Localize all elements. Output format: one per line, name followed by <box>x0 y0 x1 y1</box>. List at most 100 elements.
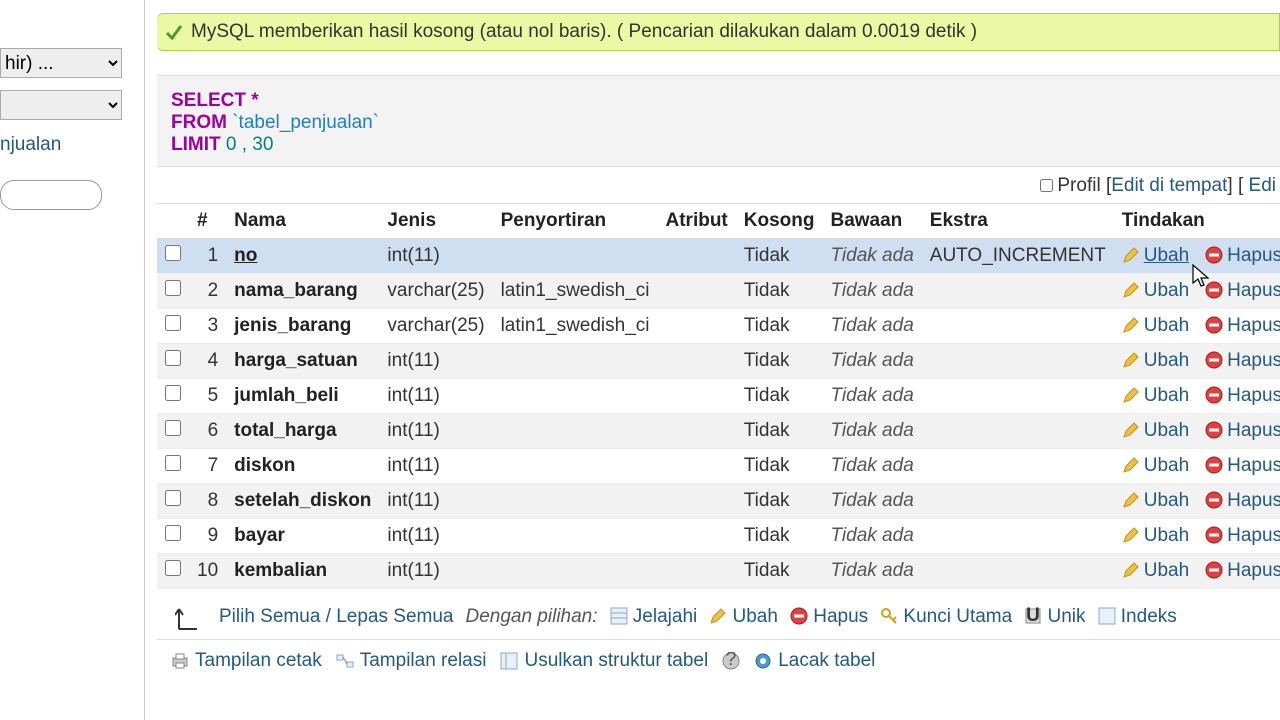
change-link[interactable]: Ubah <box>1144 245 1189 266</box>
column-default: Tidak ada <box>830 315 913 336</box>
pencil-icon <box>1122 421 1140 439</box>
column-attributes <box>658 379 736 414</box>
col-null[interactable]: Kosong <box>736 204 823 239</box>
edit-link[interactable]: Edi <box>1249 175 1276 196</box>
row-checkbox[interactable] <box>165 490 181 506</box>
column-null: Tidak <box>736 414 823 449</box>
change-link[interactable]: Ubah <box>1144 350 1189 371</box>
change-link[interactable]: Ubah <box>1144 490 1189 511</box>
bulk-browse[interactable]: Jelajahi <box>610 606 698 628</box>
column-extra: AUTO_INCREMENT <box>922 239 1114 274</box>
row-number: 7 <box>189 449 226 484</box>
column-collation <box>493 484 658 519</box>
column-name[interactable]: kembalian <box>234 560 327 581</box>
row-checkbox[interactable] <box>165 315 181 331</box>
table-select[interactable] <box>0 90 122 120</box>
column-extra <box>922 344 1114 379</box>
row-number: 4 <box>189 344 226 379</box>
column-collation: latin1_swedish_ci <box>493 274 658 309</box>
print-view-link[interactable]: Tampilan cetak <box>171 650 322 672</box>
row-checkbox[interactable] <box>165 525 181 541</box>
column-name[interactable]: jumlah_beli <box>234 385 339 406</box>
column-name[interactable]: harga_satuan <box>234 350 358 371</box>
svg-text:U: U <box>1026 607 1040 625</box>
row-checkbox[interactable] <box>165 560 181 576</box>
column-name[interactable]: diskon <box>234 455 295 476</box>
drop-link[interactable]: Hapus <box>1227 525 1280 546</box>
drop-link[interactable]: Hapus <box>1227 560 1280 581</box>
change-link[interactable]: Ubah <box>1144 525 1189 546</box>
col-default[interactable]: Bawaan <box>822 204 921 239</box>
query-toolbar: Profil [Edit di tempat] [ Edi <box>157 167 1280 197</box>
column-default: Tidak ada <box>830 490 913 511</box>
row-number: 8 <box>189 484 226 519</box>
col-collation[interactable]: Penyortiran <box>493 204 658 239</box>
drop-link[interactable]: Hapus <box>1227 245 1280 266</box>
column-default: Tidak ada <box>830 525 913 546</box>
drop-link[interactable]: Hapus <box>1227 350 1280 371</box>
change-link[interactable]: Ubah <box>1144 280 1189 301</box>
col-num[interactable]: # <box>189 204 226 239</box>
col-name[interactable]: Nama <box>226 204 379 239</box>
drop-link[interactable]: Hapus <box>1227 420 1280 441</box>
drop-link[interactable]: Hapus <box>1227 315 1280 336</box>
relation-view-link[interactable]: Tampilan relasi <box>336 650 487 672</box>
column-extra <box>922 274 1114 309</box>
column-name[interactable]: nama_barang <box>234 280 358 301</box>
row-checkbox[interactable] <box>165 455 181 471</box>
col-extra[interactable]: Ekstra <box>922 204 1114 239</box>
column-type: int(11) <box>379 554 492 589</box>
bulk-unique[interactable]: U Unik <box>1024 606 1085 628</box>
bulk-index[interactable]: Indeks <box>1098 606 1177 628</box>
sql-query-box: SELECT * FROM `tabel_penjualan` LIMIT 0 … <box>157 75 1280 167</box>
column-collation: latin1_swedish_ci <box>493 309 658 344</box>
col-action[interactable]: Tindakan <box>1114 204 1280 239</box>
bulk-primary[interactable]: Kunci Utama <box>880 606 1012 628</box>
row-checkbox[interactable] <box>165 385 181 401</box>
column-attributes <box>658 554 736 589</box>
col-attributes[interactable]: Atribut <box>658 204 736 239</box>
drop-icon <box>1205 351 1223 369</box>
arrow-up-icon <box>175 603 207 631</box>
filter-input[interactable] <box>0 180 102 210</box>
change-link[interactable]: Ubah <box>1144 560 1189 581</box>
drop-link[interactable]: Hapus <box>1227 490 1280 511</box>
change-link[interactable]: Ubah <box>1144 455 1189 476</box>
column-name[interactable]: jenis_barang <box>234 315 351 336</box>
row-checkbox[interactable] <box>165 350 181 366</box>
column-null: Tidak <box>736 449 823 484</box>
table-row: 4harga_satuanint(11)TidakTidak adaUbahHa… <box>157 344 1280 379</box>
sidebar-table-link[interactable]: njualan <box>0 134 61 156</box>
profil-checkbox[interactable] <box>1040 179 1053 192</box>
row-checkbox[interactable] <box>165 245 181 261</box>
check-all-link[interactable]: Pilih Semua / Lepas Semua <box>219 606 453 628</box>
drop-icon <box>1205 421 1223 439</box>
row-checkbox[interactable] <box>165 280 181 296</box>
propose-structure-link[interactable]: Usulkan struktur tabel <box>500 650 708 672</box>
notice-text: MySQL memberikan hasil kosong (atau nol … <box>191 21 977 43</box>
change-link[interactable]: Ubah <box>1144 385 1189 406</box>
bulk-change[interactable]: Ubah <box>709 606 778 628</box>
column-type: int(11) <box>379 414 492 449</box>
bulk-drop[interactable]: Hapus <box>790 606 868 628</box>
col-type[interactable]: Jenis <box>379 204 492 239</box>
drop-link[interactable]: Hapus <box>1227 455 1280 476</box>
drop-link[interactable]: Hapus <box>1227 280 1280 301</box>
column-attributes <box>658 484 736 519</box>
help-icon[interactable]: ? <box>722 652 740 670</box>
column-name[interactable]: no <box>234 245 257 266</box>
change-link[interactable]: Ubah <box>1144 315 1189 336</box>
column-name[interactable]: total_harga <box>234 420 336 441</box>
column-default: Tidak ada <box>830 560 913 581</box>
column-name[interactable]: bayar <box>234 525 285 546</box>
column-extra <box>922 484 1114 519</box>
column-null: Tidak <box>736 274 823 309</box>
change-link[interactable]: Ubah <box>1144 420 1189 441</box>
edit-inline-link[interactable]: Edit di tempat <box>1111 175 1227 196</box>
drop-icon <box>1205 246 1223 264</box>
row-checkbox[interactable] <box>165 420 181 436</box>
column-name[interactable]: setelah_diskon <box>234 490 371 511</box>
database-select[interactable]: hir) ... <box>0 48 122 78</box>
track-table-link[interactable]: Lacak tabel <box>754 650 875 672</box>
drop-link[interactable]: Hapus <box>1227 385 1280 406</box>
